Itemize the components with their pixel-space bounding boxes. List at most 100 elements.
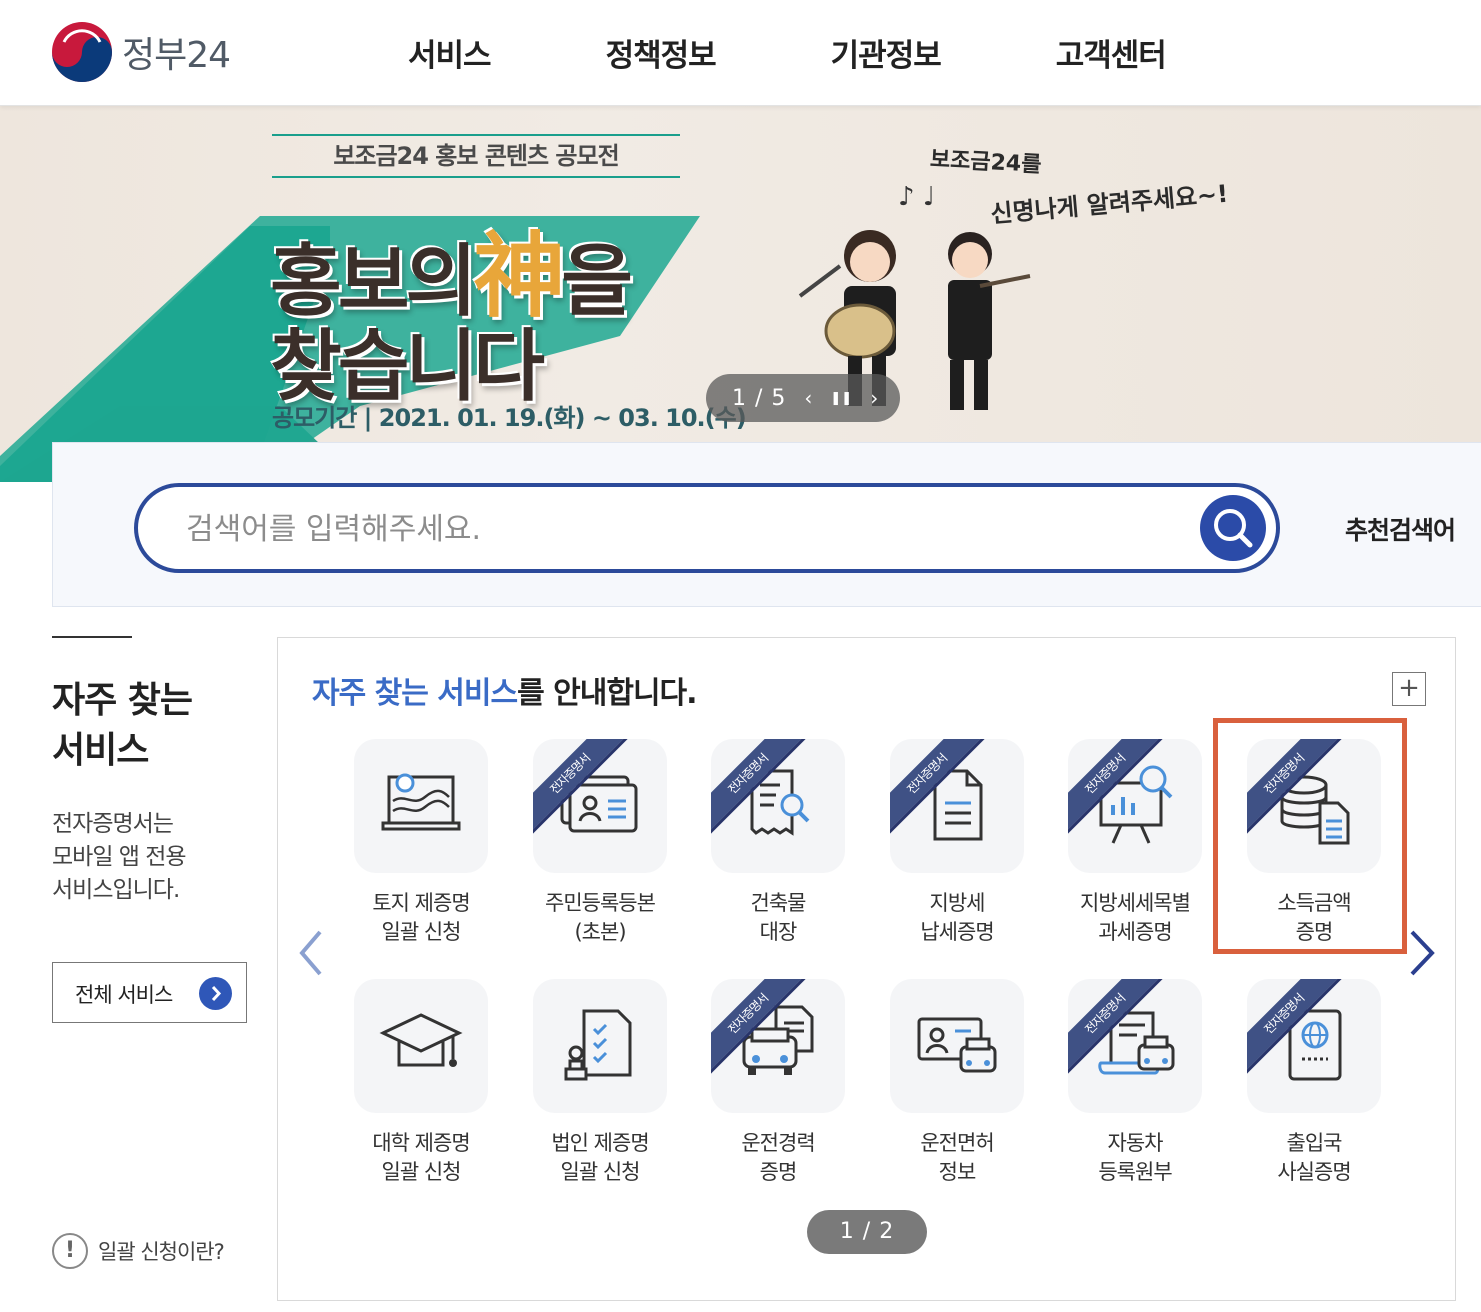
service-tile-label: 토지 제증명일괄 신청 <box>341 889 501 947</box>
service-label-line-1: 운전면허 <box>920 1131 994 1155</box>
service-label-line-2: 증명 <box>1295 920 1334 944</box>
banner-prev-button[interactable]: ‹ <box>804 386 812 410</box>
service-tile[interactable]: 전자증명서주민등록등본 (초본) <box>520 739 680 959</box>
service-tile-label: 운전경력증명 <box>698 1129 858 1187</box>
panel-title: 자주 찾는 서비스를 안내합니다. <box>312 668 698 712</box>
recommended-keywords-label[interactable]: 추천검색어 <box>1345 511 1456 547</box>
note-line-3: 서비스입니다. <box>52 877 180 903</box>
info-exclamation-icon: ! <box>52 1233 88 1269</box>
service-tile[interactable]: 운전면허 정보 <box>877 979 1037 1199</box>
service-label-line-2: 등록원부 <box>1098 1160 1172 1184</box>
service-tile-label: 대학 제증명일괄 신청 <box>341 1129 501 1187</box>
search-button[interactable] <box>1200 495 1266 561</box>
service-label-line-1: 토지 제증명 <box>372 891 470 915</box>
heading-line-2: 서비스 <box>52 730 149 771</box>
service-label-line-1: 지방세세목별 <box>1080 891 1191 915</box>
nav-item-customer-center[interactable]: 고객센터 <box>1056 30 1167 75</box>
frequent-services-heading: 자주 찾는 서비스 <box>52 676 193 776</box>
top-header: 정부24 서비스 정책정보 기관정보 고객센터 <box>0 0 1481 106</box>
music-notes-icon: ♪ ♩ <box>898 182 936 212</box>
e-certificate-note: 전자증명서는 모바일 앱 전용 서비스입니다. <box>52 808 187 907</box>
service-label-line-1: 운전경력 <box>741 1131 815 1155</box>
batch-application-info-label: 일괄 신청이란? <box>98 1240 225 1264</box>
service-tile-label: 운전면허 정보 <box>877 1129 1037 1187</box>
service-tile-label: 소득금액증명 <box>1234 889 1394 947</box>
service-label-line-1: 지방세 <box>929 891 986 915</box>
service-label-line-1: 건축물 <box>750 891 807 915</box>
panel-title-highlight: 자주 찾는 서비스 <box>312 676 518 711</box>
service-tile-card: 전자증명서 <box>890 739 1024 873</box>
service-label-line-1: 소득금액 <box>1277 891 1351 915</box>
service-tile[interactable]: 전자증명서소득금액증명 <box>1234 739 1394 959</box>
service-label-line-1: 출입국 <box>1286 1131 1343 1155</box>
service-tile[interactable]: 전자증명서 운전경력 증명 <box>698 979 858 1199</box>
service-label-line-2: 일괄 신청 <box>381 1160 462 1184</box>
search-box <box>134 483 1280 573</box>
taegeuk-logo-icon <box>52 22 112 82</box>
service-tile-card: 전자증명서 <box>1068 739 1202 873</box>
service-tile[interactable]: 전자증명서출입국 사실증명 <box>1234 979 1394 1199</box>
service-tile-card: 전자증명서 <box>1247 979 1381 1113</box>
service-tile-label: 건축물 대장 <box>698 889 858 947</box>
banner-pause-button[interactable]: ❚❚ <box>830 391 852 406</box>
service-tile[interactable]: 전자증명서자동차 등록원부 <box>1055 979 1215 1199</box>
service-label-line-1: 주민등록등본 <box>545 891 656 915</box>
nav-item-agency[interactable]: 기관정보 <box>831 30 942 75</box>
nav-item-policy[interactable]: 정책정보 <box>606 30 717 75</box>
service-tile[interactable]: 전자증명서지방세세목별과세증명 <box>1055 739 1215 959</box>
banner-period: 공모기간 | 2021. 01. 19.(화) ~ 03. 10.(수) <box>272 404 747 432</box>
promo-banner[interactable]: 보조금24 홍보 콘텐츠 공모전 홍보의神을 찾습니다 공모기간 | 2021.… <box>0 106 1481 482</box>
service-label-line-2: 납세증명 <box>920 920 994 944</box>
service-label-line-1: 법인 제증명 <box>551 1131 649 1155</box>
all-services-label: 전체 서비스 <box>75 983 173 1007</box>
service-tile-label: 법인 제증명일괄 신청 <box>520 1129 680 1187</box>
more-plus-button[interactable]: + <box>1392 672 1426 706</box>
batch-application-info-link[interactable]: ! 일괄 신청이란? <box>52 1233 225 1269</box>
banner-subtitle: 보조금24 홍보 콘텐츠 공모전 <box>272 134 680 178</box>
main-nav: 서비스 정책정보 기관정보 고객센터 <box>400 30 1167 75</box>
license-car-icon <box>917 1017 997 1073</box>
note-line-1: 전자증명서는 <box>52 811 174 837</box>
service-tile-label: 지방세세목별과세증명 <box>1055 889 1215 947</box>
search-icon <box>1214 509 1253 548</box>
note-line-2: 모바일 앱 전용 <box>52 844 187 870</box>
service-tile[interactable]: 대학 제증명일괄 신청 <box>341 979 501 1199</box>
logo-text: 정부24 <box>122 35 231 76</box>
search-input[interactable] <box>186 505 1186 553</box>
stamp-checklist-icon <box>564 1009 632 1081</box>
service-tile-card <box>533 979 667 1113</box>
nav-item-services[interactable]: 서비스 <box>408 30 492 75</box>
search-section: 추천검색어 <box>52 442 1481 607</box>
banner-next-button[interactable]: › <box>870 386 878 410</box>
next-page-arrow-icon[interactable] <box>1404 928 1438 978</box>
service-label-line-2: 일괄 신청 <box>560 1160 641 1184</box>
prev-page-arrow-icon[interactable] <box>296 928 326 978</box>
service-tile[interactable]: 전자증명서건축물 대장 <box>698 739 858 959</box>
service-tile[interactable]: 법인 제증명일괄 신청 <box>520 979 680 1199</box>
service-label-line-2: (초본) <box>574 920 626 944</box>
banner-slide-controls: 1 / 5 ‹ ❚❚ › <box>706 374 900 422</box>
service-tile[interactable]: 토지 제증명일괄 신청 <box>341 739 501 959</box>
service-label-line-2: 일괄 신청 <box>381 920 462 944</box>
service-tile-card: 전자증명서 <box>1247 739 1381 873</box>
service-tile-card: 전자증명서 <box>1068 979 1202 1113</box>
panel-title-rest: 를 안내합니다. <box>517 676 697 711</box>
banner-title-particle: 을 <box>561 237 633 327</box>
service-tile[interactable]: 전자증명서지방세납세증명 <box>877 739 1037 959</box>
service-tile-label: 자동차 등록원부 <box>1055 1129 1215 1187</box>
service-label-line-1: 대학 제증명 <box>372 1131 470 1155</box>
frequent-services-panel: 자주 찾는 서비스를 안내합니다. + <box>277 637 1456 1301</box>
banner-tagline-1: 보조금24를 <box>929 147 1043 178</box>
all-services-button[interactable]: 전체 서비스 <box>52 962 247 1023</box>
service-tile-card <box>890 979 1024 1113</box>
service-tile-card: 전자증명서 <box>711 739 845 873</box>
service-tile-label: 출입국 사실증명 <box>1234 1129 1394 1187</box>
graduation-cap-icon <box>379 1013 463 1067</box>
service-tile-card: 전자증명서 <box>533 739 667 873</box>
section-divider <box>52 636 132 638</box>
logo[interactable]: 정부24 <box>50 20 231 84</box>
service-tile-card <box>354 979 488 1113</box>
service-tile-label: 지방세납세증명 <box>877 889 1037 947</box>
service-label-line-2: 과세증명 <box>1098 920 1172 944</box>
service-label-line-2: 증명 <box>759 1160 798 1184</box>
